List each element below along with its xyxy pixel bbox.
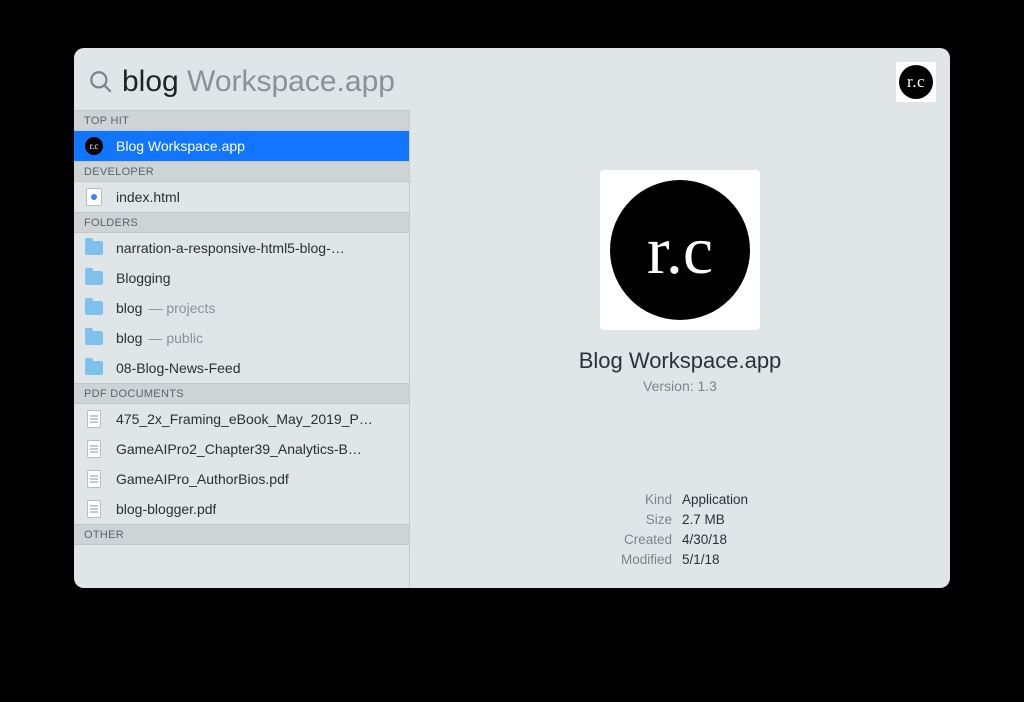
section-header: DEVELOPER: [74, 161, 409, 182]
meta-key: Created: [410, 530, 680, 550]
result-label: Blog Workspace.app: [116, 138, 245, 154]
preview-pane: r.c Blog Workspace.app Version: 1.3 Kind…: [410, 110, 950, 588]
document-icon: [84, 469, 104, 489]
selected-app-icon: r.c: [896, 62, 936, 102]
spotlight-panel: blog Workspace.app r.c TOP HIT r.c Blog Wo…: [74, 48, 950, 588]
folder-icon: [84, 238, 104, 258]
app-icon: r.c: [84, 136, 104, 156]
section-header: FOLDERS: [74, 212, 409, 233]
result-label: 475_2x_Framing_eBook_May_2019_P…: [116, 411, 373, 427]
result-label: index.html: [116, 189, 180, 205]
result-row[interactable]: blog — projects: [74, 293, 409, 323]
result-label: blog: [116, 330, 142, 346]
result-label: blog: [116, 300, 142, 316]
section-header: OTHER: [74, 524, 409, 545]
preview-version: Version: 1.3: [643, 378, 717, 394]
html-file-icon: [84, 187, 104, 207]
section-header: TOP HIT: [74, 110, 409, 131]
meta-key: Kind: [410, 490, 680, 510]
search-icon: [88, 69, 114, 95]
preview-app-icon: r.c: [600, 170, 760, 330]
folder-icon: [84, 328, 104, 348]
content-area: TOP HIT r.c Blog Workspace.app DEVELOPER ind…: [74, 110, 950, 588]
result-row[interactable]: 475_2x_Framing_eBook_May_2019_P…: [74, 404, 409, 434]
result-row[interactable]: index.html: [74, 182, 409, 212]
result-row[interactable]: narration-a-responsive-html5-blog-…: [74, 233, 409, 263]
document-icon: [84, 409, 104, 429]
result-row[interactable]: 08-Blog-News-Feed: [74, 353, 409, 383]
folder-icon: [84, 268, 104, 288]
folder-icon: [84, 358, 104, 378]
search-input[interactable]: blog Workspace.app: [114, 65, 896, 99]
result-label: GameAIPro_AuthorBios.pdf: [116, 471, 289, 487]
results-list[interactable]: TOP HIT r.c Blog Workspace.app DEVELOPER ind…: [74, 110, 410, 588]
meta-value: 5/1/18: [680, 550, 950, 570]
result-label: narration-a-responsive-html5-blog-…: [116, 240, 345, 256]
meta-row: Modified5/1/18: [410, 550, 950, 570]
rc-badge-icon: r.c: [899, 65, 933, 99]
preview-metadata: KindApplicationSize2.7 MBCreated4/30/18M…: [410, 490, 950, 588]
search-row: blog Workspace.app r.c: [74, 48, 950, 110]
result-path-suffix: — public: [148, 330, 202, 346]
meta-value: 4/30/18: [680, 530, 950, 550]
result-path-suffix: — projects: [148, 300, 215, 316]
result-row[interactable]: r.c Blog Workspace.app: [74, 131, 409, 161]
result-row[interactable]: GameAIPro2_Chapter39_Analytics-B…: [74, 434, 409, 464]
result-label: Blogging: [116, 270, 171, 286]
result-label: GameAIPro2_Chapter39_Analytics-B…: [116, 441, 362, 457]
result-label: 08-Blog-News-Feed: [116, 360, 241, 376]
meta-value: Application: [680, 490, 950, 510]
result-row[interactable]: GameAIPro_AuthorBios.pdf: [74, 464, 409, 494]
meta-row: Size2.7 MB: [410, 510, 950, 530]
meta-key: Modified: [410, 550, 680, 570]
search-completion-text: Workspace.app: [179, 65, 395, 98]
meta-row: KindApplication: [410, 490, 950, 510]
result-row[interactable]: Blogging: [74, 263, 409, 293]
result-row[interactable]: blog-blogger.pdf: [74, 494, 409, 524]
search-typed-text: blog: [122, 65, 179, 98]
rc-badge-large-icon: r.c: [610, 180, 750, 320]
document-icon: [84, 439, 104, 459]
folder-icon: [84, 298, 104, 318]
result-row[interactable]: blog — public: [74, 323, 409, 353]
section-header: PDF DOCUMENTS: [74, 383, 409, 404]
meta-key: Size: [410, 510, 680, 530]
document-icon: [84, 499, 104, 519]
meta-row: Created4/30/18: [410, 530, 950, 550]
preview-title: Blog Workspace.app: [579, 348, 782, 374]
meta-value: 2.7 MB: [680, 510, 950, 530]
result-label: blog-blogger.pdf: [116, 501, 216, 517]
